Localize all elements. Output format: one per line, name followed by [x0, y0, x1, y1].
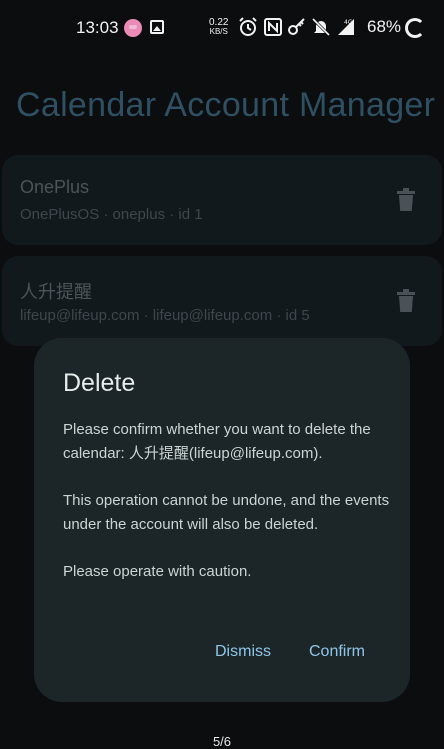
status-bar: 13:03 0.22 KB/S 4G 68%: [0, 0, 444, 56]
dialog-title: Delete: [63, 369, 136, 397]
signal-4g-icon: 4G: [338, 19, 354, 35]
account-detail: lifeup@lifeup.com · lifeup@lifeup.com · …: [20, 307, 310, 324]
status-time: 13:03: [76, 18, 119, 37]
delete-icon[interactable]: [396, 289, 416, 313]
account-name: 人升提醒: [20, 282, 92, 302]
confirm-button[interactable]: Confirm: [309, 643, 365, 661]
delete-dialog: Delete Please confirm whether you want t…: [34, 338, 410, 702]
avatar-icon: [124, 19, 142, 37]
page-indicator: 5/6: [212, 734, 232, 749]
account-detail: OnePlusOS · oneplus · id 1: [20, 206, 203, 223]
svg-text:4G: 4G: [344, 19, 353, 26]
image-icon: [150, 20, 164, 34]
net-speed: 0.22 KB/S: [209, 18, 228, 37]
dialog-message-caution: Please operate with caution.: [63, 563, 252, 580]
battery-level: 68%: [367, 17, 402, 36]
net-speed-unit: KB/S: [209, 27, 228, 36]
dialog-message-confirm: Please confirm whether you want to delet…: [63, 421, 371, 462]
account-card[interactable]: OnePlus OnePlusOS · oneplus · id 1: [2, 155, 442, 245]
alarm-icon: [239, 17, 257, 36]
key-icon: [288, 18, 305, 35]
delete-icon[interactable]: [396, 188, 416, 212]
dismiss-button[interactable]: Dismiss: [215, 643, 271, 661]
mute-icon: [311, 17, 331, 37]
battery-ring-icon: [405, 18, 425, 38]
dialog-message: Please confirm whether you want to delet…: [63, 418, 393, 607]
account-name: OnePlus: [20, 177, 90, 197]
nfc-icon: [264, 18, 282, 36]
account-card[interactable]: 人升提醒 lifeup@lifeup.com · lifeup@lifeup.c…: [2, 256, 442, 346]
dialog-message-warning: This operation cannot be undone, and the…: [63, 492, 390, 533]
page-title: Calendar Account Manager: [16, 86, 436, 124]
